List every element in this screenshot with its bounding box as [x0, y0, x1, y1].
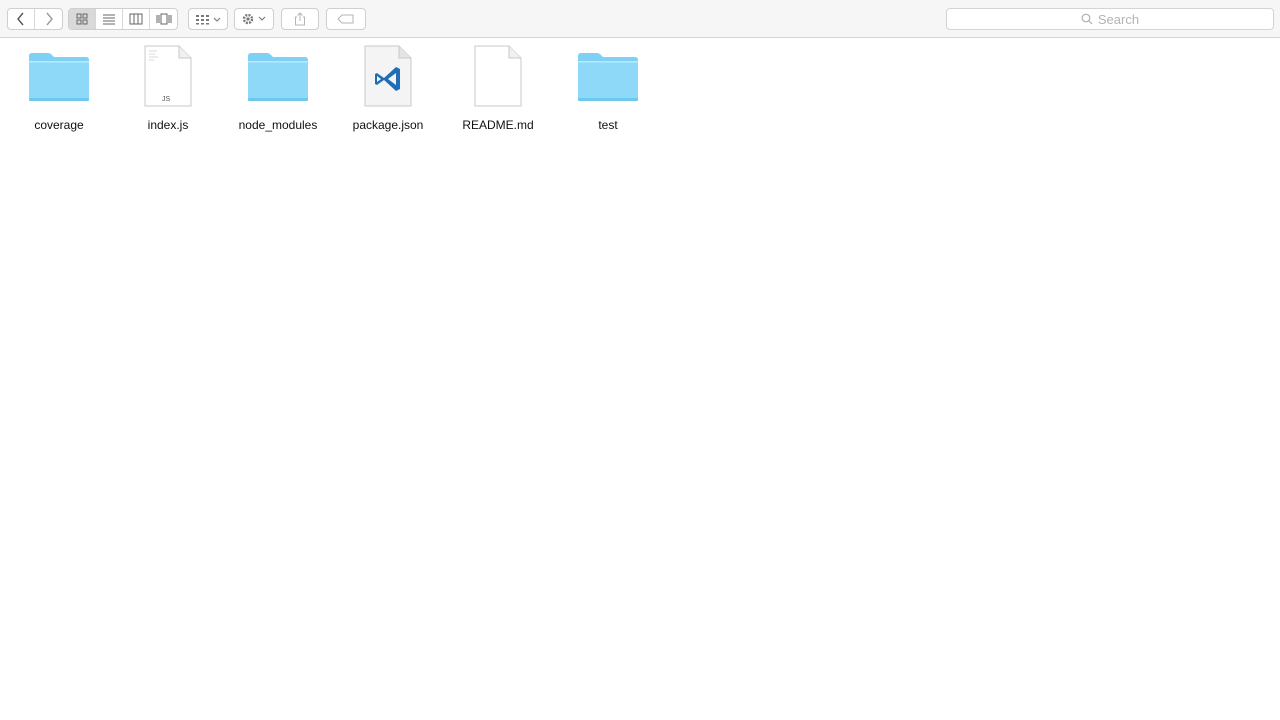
folder-icon [248, 53, 308, 101]
columns-icon [129, 13, 143, 25]
finder-toolbar: Search [0, 0, 1280, 38]
back-button[interactable] [8, 9, 35, 29]
tags-button[interactable] [326, 8, 366, 30]
forward-button[interactable] [35, 9, 62, 29]
folder-icon [29, 53, 89, 101]
list-view-button[interactable] [96, 9, 123, 29]
folder-icon [578, 53, 638, 101]
arrange-grid-icon [196, 15, 221, 25]
file-item-package-json[interactable]: package.json [333, 44, 443, 140]
file-grid: coverage index.js node_modules package.j… [0, 44, 1280, 144]
arrange-button[interactable] [188, 8, 228, 30]
file-label: test [598, 118, 618, 132]
action-button[interactable] [234, 8, 274, 30]
coverflow-view-button[interactable] [150, 9, 177, 29]
file-label: README.md [462, 118, 534, 132]
list-icon [103, 14, 115, 25]
file-label: node_modules [238, 118, 318, 132]
document-icon [474, 45, 522, 107]
chevron-right-icon [45, 12, 53, 26]
share-button[interactable] [281, 8, 319, 30]
file-item-coverage[interactable]: coverage [4, 44, 114, 140]
search-field[interactable]: Search [946, 8, 1274, 30]
file-label: package.json [352, 118, 424, 132]
grid-icon [76, 13, 88, 25]
search-icon [1081, 13, 1093, 25]
search-placeholder: Search [1097, 11, 1140, 27]
navigation-buttons [7, 8, 63, 30]
icon-view-button[interactable] [69, 9, 96, 29]
share-icon [295, 12, 305, 26]
view-mode-switcher [68, 8, 178, 30]
file-item-readme-md[interactable]: README.md [443, 44, 553, 140]
file-item-test[interactable]: test [553, 44, 663, 140]
file-item-index-js[interactable]: index.js [113, 44, 223, 140]
file-label: index.js [147, 118, 189, 132]
vscode-file-icon [364, 45, 412, 107]
file-item-node-modules[interactable]: node_modules [223, 44, 333, 140]
gear-icon [242, 13, 266, 25]
column-view-button[interactable] [123, 9, 150, 29]
tag-icon [337, 14, 354, 24]
js-badge: JS [162, 96, 171, 103]
coverflow-icon [156, 13, 171, 25]
file-label: coverage [34, 118, 84, 132]
chevron-left-icon [17, 12, 24, 26]
